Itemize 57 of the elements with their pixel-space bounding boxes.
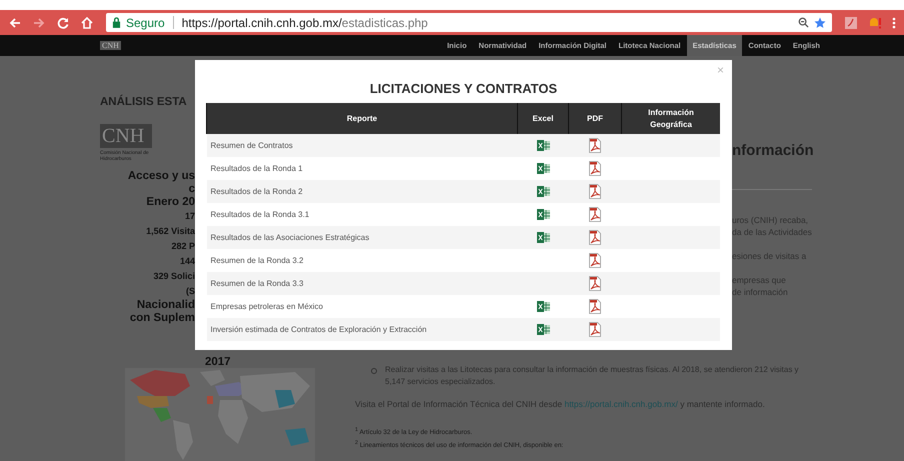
document-icon[interactable] <box>589 276 601 291</box>
infographic-text: 17 <box>184 210 195 223</box>
table-cell: Inversión estimada de Contratos de Exploración y Extracción <box>206 318 518 341</box>
url-text: https://portal.cnih.cnh.gob.mx/estadisticas.php <box>182 16 429 30</box>
spreadsheet-icon[interactable] <box>536 324 550 335</box>
security-label: Seguro <box>126 16 165 30</box>
page-heading: ANÁLISIS ESTA <box>100 96 188 108</box>
document-icon[interactable] <box>589 184 601 199</box>
document-icon[interactable] <box>589 138 601 153</box>
spreadsheet-icon[interactable] <box>536 140 550 151</box>
spreadsheet-icon[interactable] <box>536 186 550 197</box>
column-header: PDF <box>568 103 622 134</box>
column-header: Excel <box>518 103 568 134</box>
back-arrow-icon[interactable] <box>8 16 22 30</box>
table-cell: Resumen de la Ronda 3.2 <box>206 249 518 272</box>
table-cell: Resultados de la Ronda 1 <box>206 157 518 180</box>
menu-icon[interactable] <box>892 16 896 30</box>
infographic-text: 144 <box>180 255 195 268</box>
infographic-text: Nacionalid <box>136 299 195 312</box>
extension-icon[interactable] <box>844 16 858 30</box>
spreadsheet-icon[interactable] <box>536 163 550 174</box>
infographic-text: Acceso y us <box>128 170 195 183</box>
zoom-icon[interactable] <box>798 17 809 28</box>
modal-title: LICITACIONES Y CONTRATOS <box>368 81 558 98</box>
spreadsheet-icon[interactable] <box>536 209 550 220</box>
spreadsheet-icon[interactable] <box>536 301 550 312</box>
document-icon[interactable] <box>589 253 601 268</box>
document-icon[interactable] <box>589 207 601 222</box>
column-header: Reporte <box>206 103 518 134</box>
section-heading: nformación <box>732 142 815 159</box>
document-icon[interactable] <box>589 322 601 337</box>
star-icon[interactable] <box>814 16 826 28</box>
address-bar[interactable]: Seguro https://portal.cnih.cnh.gob.mx/estadisticas.php <box>106 13 832 32</box>
infographic-text: 1,562 Visita <box>146 225 195 238</box>
table-cell: Resultados de las Asociaciones Estratégicas <box>206 226 518 249</box>
document-icon[interactable] <box>589 161 601 176</box>
reload-icon[interactable] <box>56 16 70 30</box>
table-cell: Resultados de la Ronda 3.1 <box>206 203 518 226</box>
table-cell: Resultados de la Ronda 2 <box>206 180 518 203</box>
logo-mark: CNH <box>100 124 152 148</box>
infographic-text: Enero 20 <box>146 196 195 209</box>
infographic-text: (S <box>186 285 195 298</box>
infographic-text: con Suplem <box>130 312 195 325</box>
infographic-text: c <box>188 183 195 196</box>
table-cell: Resumen de Contratos <box>206 134 518 157</box>
map-title: 2017 <box>205 356 232 368</box>
lock-icon <box>112 17 121 28</box>
infographic-text: 282 P <box>171 240 195 253</box>
home-icon[interactable] <box>80 16 94 30</box>
infographic-text: 329 Solici <box>153 270 195 283</box>
site-logo[interactable]: CNH <box>100 41 121 50</box>
table-cell: Empresas petroleras en México <box>206 295 518 318</box>
table-cell: Resumen de la Ronda 3.3 <box>206 272 518 295</box>
document-icon[interactable] <box>589 230 601 245</box>
column-header: Información Geográfica <box>622 103 720 134</box>
document-icon[interactable] <box>589 299 601 314</box>
spreadsheet-icon[interactable] <box>536 232 550 243</box>
